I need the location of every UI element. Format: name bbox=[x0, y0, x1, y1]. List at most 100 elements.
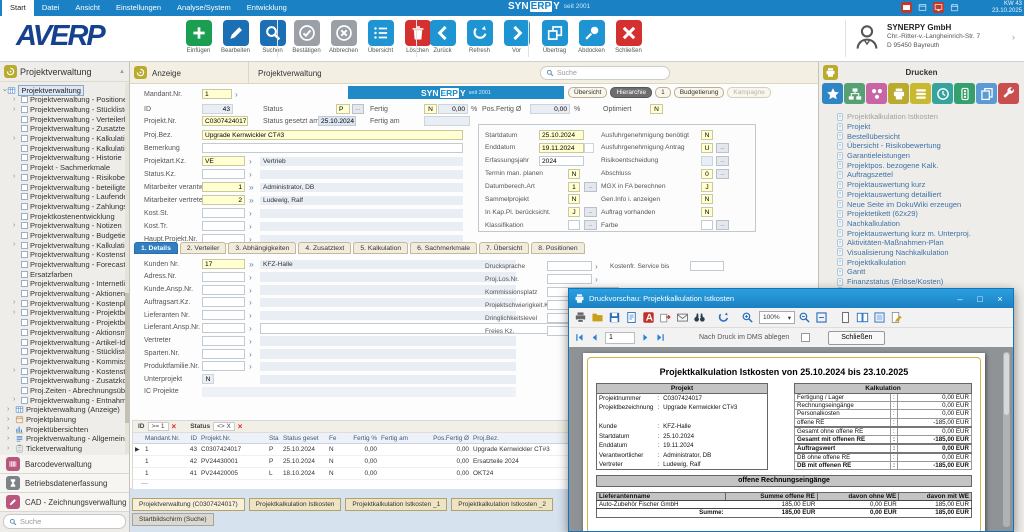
column-header[interactable]: Sta bbox=[269, 435, 281, 442]
kostenfr-input[interactable] bbox=[690, 261, 724, 271]
field-input[interactable] bbox=[202, 310, 245, 320]
field-input[interactable] bbox=[202, 169, 245, 179]
field-input[interactable]: 2 bbox=[202, 195, 245, 205]
expand-icon[interactable] bbox=[7, 416, 13, 424]
module-item[interactable]: Barcodeverwaltung bbox=[0, 455, 129, 474]
tree-item[interactable]: Projektverwaltung - Budgetier bbox=[0, 231, 126, 241]
print-report-item[interactable]: Projektauswertung kurz bbox=[819, 180, 1024, 190]
print-report-item[interactable]: Projektetikett (62x29) bbox=[819, 209, 1024, 219]
expand-icon[interactable] bbox=[7, 435, 13, 443]
tree-view-item[interactable]: Ticketverwaltung bbox=[0, 444, 126, 454]
tree-item[interactable]: Projektverwaltung - Stückliste bbox=[0, 105, 126, 115]
mail-icon[interactable] bbox=[901, 2, 912, 13]
expand-icon[interactable] bbox=[13, 135, 19, 143]
menu-item[interactable]: Analyse/System bbox=[169, 0, 239, 16]
expand-icon[interactable] bbox=[7, 406, 13, 414]
tree-item[interactable]: Projektverwaltung - Kostenst. bbox=[0, 366, 126, 376]
tree-item[interactable]: Projektverwaltung - Projektbe bbox=[0, 308, 126, 318]
field-input[interactable]: N bbox=[701, 207, 713, 217]
lookup-caret[interactable] bbox=[595, 274, 598, 284]
lookup-caret[interactable] bbox=[249, 208, 252, 218]
window-icon[interactable] bbox=[917, 2, 928, 13]
filter-condition[interactable]: <> X bbox=[213, 422, 235, 431]
print-report-item[interactable]: Übersicht - Risikobewertung bbox=[819, 141, 1024, 151]
menu-item[interactable]: Datei bbox=[34, 0, 68, 16]
expand-icon[interactable] bbox=[13, 241, 19, 249]
last-page-icon[interactable] bbox=[654, 331, 667, 344]
stack-icon[interactable] bbox=[910, 83, 931, 104]
toolbar-button[interactable]: Refresh bbox=[463, 20, 496, 54]
tree-item[interactable]: Projektverwaltung - Stückliste bbox=[0, 347, 126, 357]
onepage-icon[interactable] bbox=[838, 310, 853, 325]
tree-item[interactable]: Projektverwaltung - Positionen bbox=[0, 95, 126, 105]
detail-tab[interactable]: 1. Details bbox=[134, 242, 178, 254]
column-header[interactable]: Fertig % bbox=[343, 435, 377, 442]
print-report-item[interactable]: Auftragszettel bbox=[819, 170, 1024, 180]
tree-item[interactable]: Projektverwaltung - Kommissi bbox=[0, 357, 126, 367]
expand-icon[interactable] bbox=[13, 367, 19, 375]
fullpage-icon[interactable] bbox=[872, 310, 887, 325]
tree-item[interactable]: Projektverwaltung - Artikel-Id bbox=[0, 337, 126, 347]
optimiert-input[interactable]: N bbox=[650, 104, 663, 114]
field-input[interactable] bbox=[547, 274, 592, 284]
field-input[interactable] bbox=[202, 361, 245, 371]
detail-tab[interactable]: 4. Zusatztext bbox=[298, 242, 351, 254]
status-lookup-button[interactable]: ... bbox=[352, 104, 364, 114]
tree-item[interactable]: Projektverwaltung - Kalkulatio bbox=[0, 240, 126, 250]
expand-icon[interactable] bbox=[7, 425, 13, 433]
field-input[interactable]: U bbox=[701, 143, 713, 153]
lookup-caret[interactable]: › bbox=[235, 89, 238, 99]
lookup-caret[interactable] bbox=[249, 349, 252, 359]
field-input[interactable]: VE bbox=[202, 156, 245, 166]
field-input[interactable]: Upgrade Kernwickler CT#3 bbox=[202, 130, 463, 140]
star-icon[interactable] bbox=[822, 83, 843, 104]
lookup-caret[interactable] bbox=[249, 182, 254, 192]
tree-item[interactable]: Projektverwaltung - Internetlin bbox=[0, 279, 126, 289]
window-tab[interactable]: Projektkalkulation Istkosten bbox=[249, 498, 342, 511]
dialog-titlebar[interactable]: Druckvorschau: Projektkalkulation Istkos… bbox=[569, 289, 1013, 308]
zoomout-icon[interactable] bbox=[797, 310, 812, 325]
field-input[interactable]: 1 bbox=[202, 182, 245, 192]
field-input[interactable]: N bbox=[202, 374, 214, 384]
field-input[interactable] bbox=[547, 261, 592, 271]
print-report-item[interactable]: Visualisierung Nachkalkulation bbox=[819, 248, 1024, 258]
column-header[interactable]: Fertig am bbox=[381, 435, 421, 442]
column-header[interactable]: ID bbox=[181, 435, 197, 442]
module-item[interactable]: Betriebsdatenerfassung bbox=[0, 474, 129, 493]
print-report-item[interactable]: Projektpos. bezogene Kalk. bbox=[819, 160, 1024, 170]
printer-icon[interactable] bbox=[888, 83, 909, 104]
pagesetup-icon[interactable] bbox=[624, 310, 639, 325]
tree-item[interactable]: Projektverwaltung - Zusatzkos bbox=[0, 376, 126, 386]
lookup-caret[interactable] bbox=[249, 336, 252, 346]
toolbar-button[interactable]: Einfügen bbox=[182, 20, 215, 54]
previous-page-icon[interactable] bbox=[588, 331, 601, 344]
tree-view-item[interactable]: Projektverwaltung (Anzeige) bbox=[0, 405, 126, 415]
column-header[interactable]: Mandant.Nr. bbox=[145, 435, 181, 442]
print-report-item[interactable]: Finanzstatus (Erlöse/Kosten) bbox=[819, 277, 1024, 287]
field-input[interactable]: N bbox=[701, 194, 713, 204]
field-input[interactable]: N bbox=[568, 194, 580, 204]
window-tab[interactable]: Projektkalkulation Istkosten _2 bbox=[451, 498, 553, 511]
expand-icon[interactable] bbox=[13, 96, 19, 104]
filter-condition[interactable]: >= 1 bbox=[148, 422, 169, 431]
field-input[interactable] bbox=[202, 297, 245, 307]
hierarchy-icon[interactable] bbox=[844, 83, 865, 104]
export-icon[interactable] bbox=[658, 310, 673, 325]
tree-item[interactable]: Projektkostenentwicklung bbox=[0, 211, 126, 221]
expand-icon[interactable] bbox=[13, 106, 19, 114]
detail-tab[interactable]: 8. Positionen bbox=[531, 242, 584, 254]
tree-item[interactable]: Proj.Zeiten - Abrechnungsüber bbox=[0, 386, 126, 396]
collapse-icon[interactable]: › bbox=[1, 89, 7, 91]
lookup-dots-button[interactable] bbox=[716, 220, 729, 230]
tree-item[interactable]: Projektverwaltung - Aktionen bbox=[0, 289, 126, 299]
next-page-icon[interactable] bbox=[639, 331, 652, 344]
fertig-input[interactable]: N bbox=[424, 104, 437, 114]
column-header[interactable]: Pos.Fertig Ø bbox=[423, 435, 469, 442]
field-input[interactable]: 0 bbox=[701, 169, 713, 179]
tree-view-item[interactable]: Projektverwaltung - Allgemein bbox=[0, 434, 126, 444]
expand-icon[interactable] bbox=[13, 396, 19, 404]
detail-tab[interactable]: 3. Abhängigkeiten bbox=[228, 242, 296, 254]
lookup-dots-button[interactable] bbox=[716, 143, 729, 153]
tree-item[interactable]: Projektverwaltung - Notizen bbox=[0, 221, 126, 231]
scroll-up-icon[interactable]: ▲ bbox=[119, 69, 125, 75]
